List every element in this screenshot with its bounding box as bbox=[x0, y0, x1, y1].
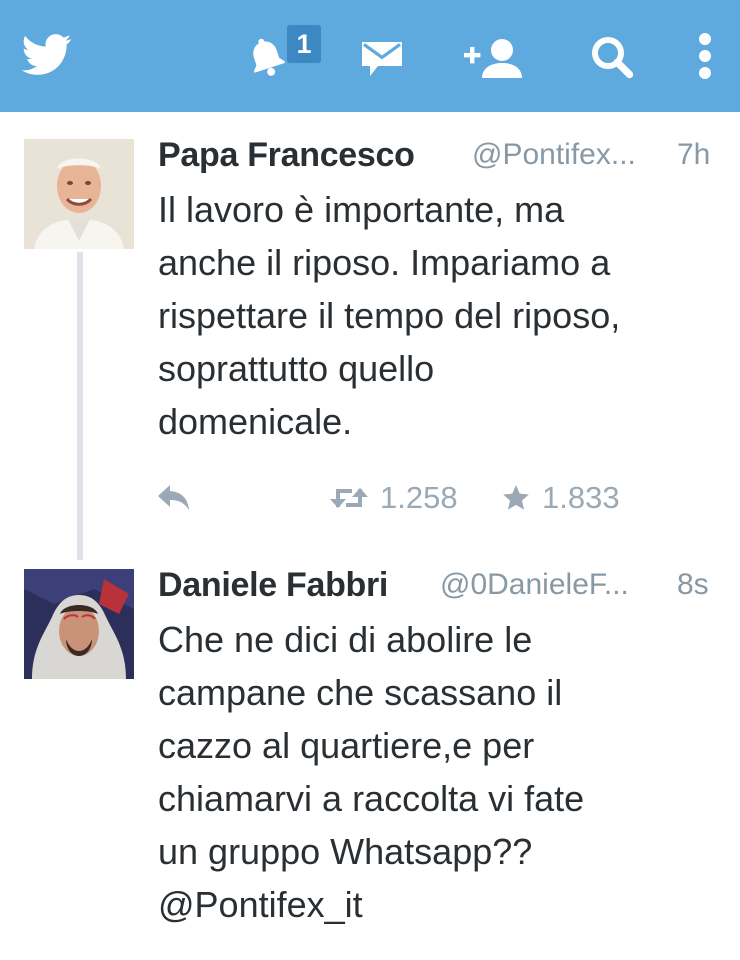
tweet-timestamp: 8s bbox=[677, 568, 709, 601]
tweet-text: Che ne dici di abolire le campane che sc… bbox=[158, 613, 728, 931]
favorite-button[interactable]: 1.833 bbox=[502, 470, 620, 526]
tweet-author-handle[interactable]: @0DanieleF... bbox=[440, 568, 629, 602]
conversation-thread-line bbox=[77, 252, 83, 560]
tweet-author-name[interactable]: Papa Francesco bbox=[158, 136, 415, 175]
tweet-timestamp: 7h bbox=[677, 138, 711, 171]
retweet-button[interactable]: 1.258 bbox=[330, 470, 458, 526]
tweet-text-line: @Pontifex_it bbox=[158, 884, 363, 925]
tweet-text: Il lavoro è importante, ma anche il ripo… bbox=[158, 183, 728, 448]
notifications-bell-icon[interactable] bbox=[246, 36, 286, 83]
tweet-text-line: domenicale. bbox=[158, 401, 353, 442]
tweet-text-line: un gruppo Whatsapp?? bbox=[158, 831, 533, 872]
messages-envelope-icon[interactable] bbox=[360, 40, 404, 83]
tweet-text-line: Che ne dici di abolire le bbox=[158, 619, 533, 660]
more-options-icon[interactable] bbox=[698, 32, 712, 85]
tweet-actions: 1.258 1.833 bbox=[158, 470, 718, 526]
search-icon[interactable] bbox=[590, 35, 634, 84]
favorite-count: 1.833 bbox=[542, 480, 620, 515]
tweet-text-line: cazzo al quartiere,e per bbox=[158, 725, 535, 766]
tweet-text-line: soprattutto quello bbox=[158, 348, 435, 389]
retweet-count: 1.258 bbox=[380, 480, 458, 515]
tweet-author-name[interactable]: Daniele Fabbri bbox=[158, 566, 388, 605]
tweet-text-line: Il lavoro è importante, ma bbox=[158, 189, 565, 230]
top-app-bar: 1 bbox=[0, 0, 740, 112]
twitter-bird-icon[interactable] bbox=[21, 34, 72, 81]
retweet-icon bbox=[330, 488, 368, 508]
avatar[interactable] bbox=[24, 569, 134, 679]
tweet-author-handle[interactable]: @Pontifex... bbox=[472, 138, 636, 172]
notification-count-badge: 1 bbox=[287, 25, 321, 63]
avatar[interactable] bbox=[24, 139, 134, 249]
reply-button[interactable] bbox=[158, 470, 190, 526]
tweet-text-line: anche il riposo. Impariamo a bbox=[158, 242, 611, 283]
tweet-text-line: rispettare il tempo del riposo, bbox=[158, 295, 621, 336]
tweet-text-line: chiamarvi a raccolta vi fate bbox=[158, 778, 585, 819]
reply-icon bbox=[158, 485, 189, 510]
tweet-text-line: campane che scassano il bbox=[158, 672, 563, 713]
add-user-icon[interactable] bbox=[458, 36, 524, 85]
favorite-star-icon bbox=[503, 485, 529, 510]
